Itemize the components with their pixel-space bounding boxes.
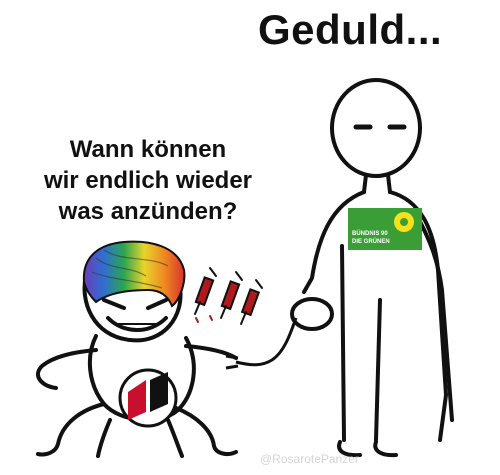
tall-figure-shoe-right xyxy=(373,440,398,458)
iv-line xyxy=(235,317,298,367)
speech-line: Wann können xyxy=(69,136,227,163)
speech-line: was anzünden? xyxy=(58,198,238,225)
antifa-flag-emblem-icon xyxy=(118,368,178,428)
syringe-icon xyxy=(220,271,243,319)
speech-line: wir endlich wieder xyxy=(43,167,253,194)
syringe-icon xyxy=(240,279,263,325)
tall-figure-head xyxy=(330,78,422,178)
meme-title: Geduld... xyxy=(258,6,443,53)
angry-eye-left xyxy=(102,298,126,310)
speech-text: Wann können wir endlich wieder was anzün… xyxy=(8,134,288,227)
meme-canvas: BÜNDNIS 90 DIE GRÜNEN Geduld... Wann kön… xyxy=(0,0,500,475)
crouching-figure-arm-left xyxy=(36,348,98,390)
tall-figure xyxy=(290,78,454,458)
blood-drops xyxy=(195,315,213,323)
badge-line-1: BÜNDNIS 90 xyxy=(352,230,388,237)
green-party-badge-icon: BÜNDNIS 90 DIE GRÜNEN xyxy=(348,208,422,250)
meme-illustration: BÜNDNIS 90 DIE GRÜNEN xyxy=(36,78,454,458)
angry-face xyxy=(102,298,168,332)
badge-line-2: DIE GRÜNEN xyxy=(352,238,390,245)
watermark: @RosarotePanzer xyxy=(260,452,359,466)
tall-figure-hand xyxy=(290,297,334,331)
syringes xyxy=(194,267,263,325)
angry-eye-right xyxy=(146,298,168,310)
crouching-figure xyxy=(36,274,238,458)
syringe-icon xyxy=(194,267,217,315)
